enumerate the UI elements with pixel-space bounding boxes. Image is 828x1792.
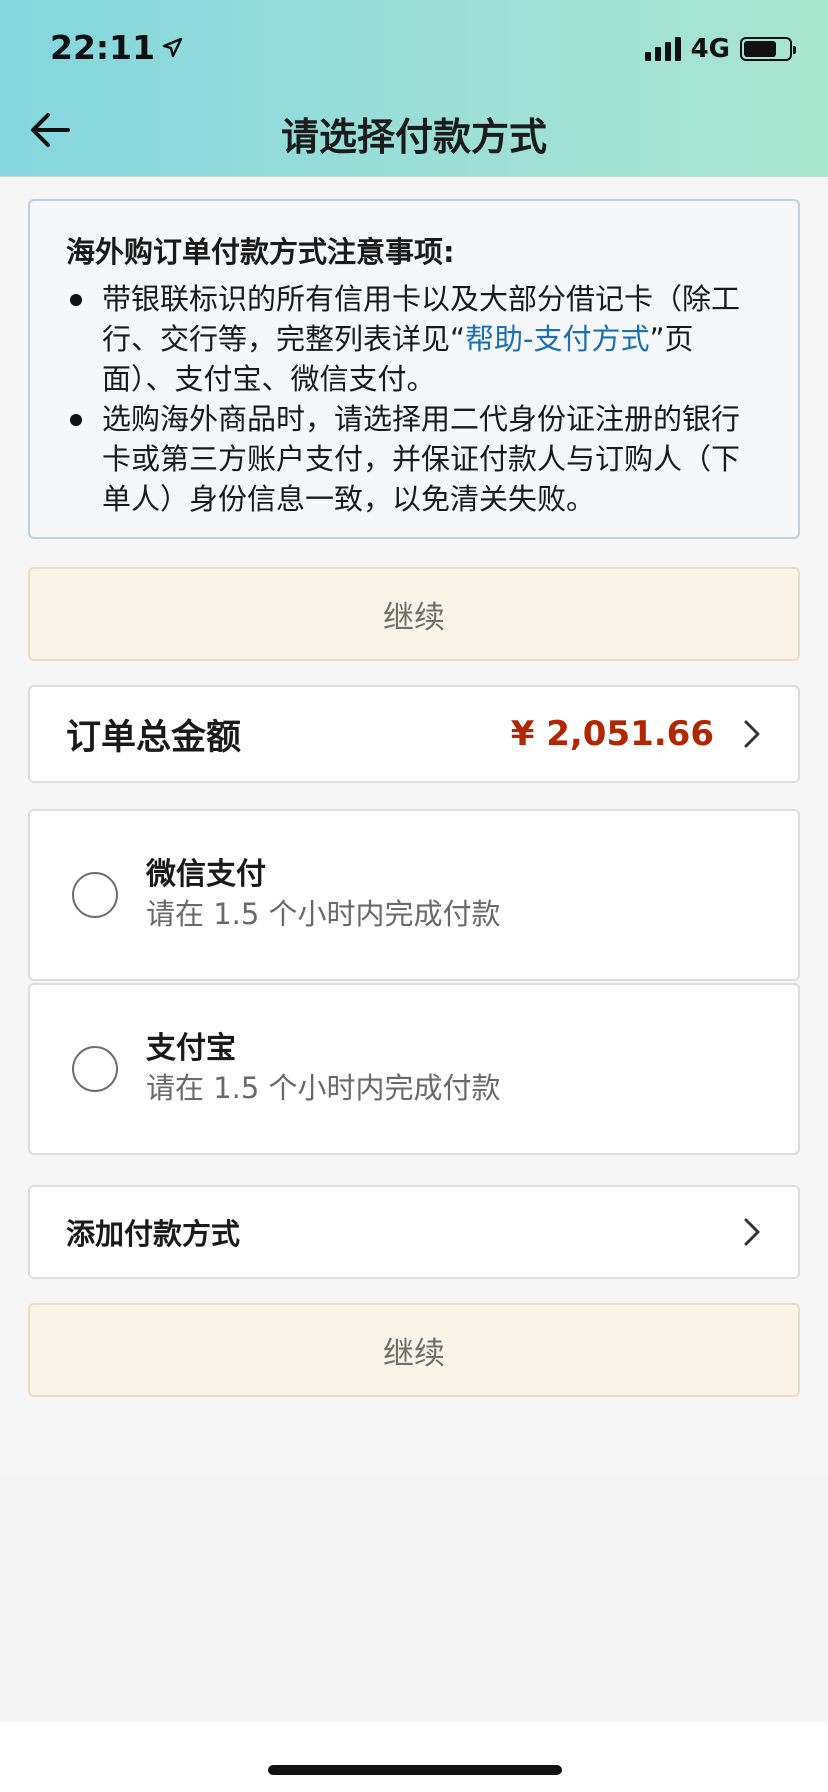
battery-icon [740,37,796,61]
continue-button-top[interactable]: 继续 [28,567,800,661]
status-time: 22:11 [50,28,183,67]
payment-note: 请在 1.5 个小时内完成付款 [146,897,501,931]
payment-name: 支付宝 [146,1031,236,1066]
payment-note: 请在 1.5 个小时内完成付款 [146,1071,501,1105]
notice-title: 海外购订单付款方式注意事项: [66,235,455,269]
notice-item-identity: 选购海外商品时，请选择用二代身份证注册的银行卡或第三方账户支付，并保证付款人与订… [66,399,762,519]
payment-option-alipay[interactable]: 支付宝 请在 1.5 个小时内完成付款 [28,983,800,1155]
help-payment-link[interactable]: 帮助-支付方式 [465,322,649,356]
bottom-safe-area [0,1722,828,1792]
continue-button-bottom[interactable]: 继续 [28,1303,800,1397]
status-indicators: 4G [644,34,796,64]
cellular-signal-icon [644,37,681,61]
order-total-row[interactable]: 订单总金额 ¥ 2,051.66 [28,685,800,783]
order-total-amount: ¥ 2,051.66 [510,714,714,754]
notice-item-cards: 带银联标识的所有信用卡以及大部分借记卡（除工行、交行等，完整列表详见“帮助-支付… [66,279,762,399]
chevron-right-icon [744,720,760,748]
radio-wechat[interactable] [72,872,118,918]
chevron-right-icon [744,1218,760,1246]
add-payment-method-row[interactable]: 添加付款方式 [28,1185,800,1279]
radio-alipay[interactable] [72,1046,118,1092]
page-title: 请选择付款方式 [280,115,547,159]
payment-name: 微信支付 [146,857,266,892]
payment-option-wechat[interactable]: 微信支付 请在 1.5 个小时内完成付款 [28,809,800,981]
order-total-label: 订单总金额 [66,717,242,758]
notice-box: 海外购订单付款方式注意事项: 带银联标识的所有信用卡以及大部分借记卡（除工行、交… [28,199,800,539]
network-type: 4G [690,34,730,64]
header: 22:11 4G 请选择付款方式 [0,0,828,177]
notice-list: 带银联标识的所有信用卡以及大部分借记卡（除工行、交行等，完整列表详见“帮助-支付… [66,279,762,519]
home-indicator[interactable] [268,1765,562,1775]
payment-method-screen: 22:11 4G 请选择付款方式 海外购订单付款方式注意事项: 带银联标识的所有… [0,0,828,1792]
location-arrow-icon [162,37,183,57]
add-payment-label: 添加付款方式 [66,1217,241,1251]
content-area: 海外购订单付款方式注意事项: 带银联标识的所有信用卡以及大部分借记卡（除工行、交… [0,177,828,1477]
